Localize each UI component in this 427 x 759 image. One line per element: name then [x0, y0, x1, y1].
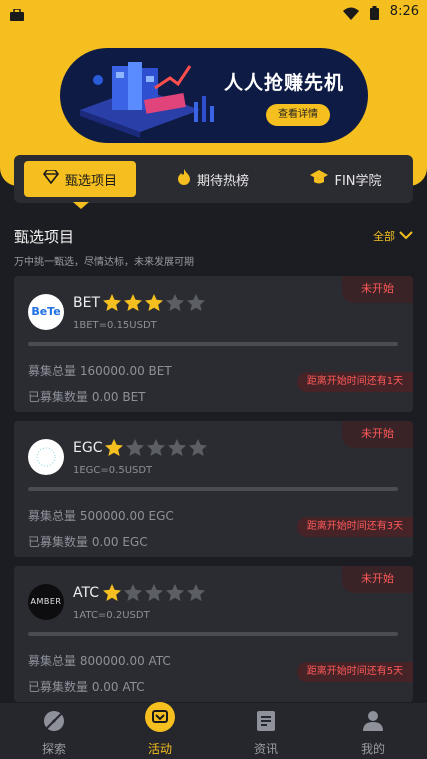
tab-fin-academy[interactable]: FIN学院	[290, 161, 402, 197]
section-title: 甄选项目	[14, 228, 75, 246]
project-card-atc[interactable]: AMBER ATC 1ATC=0.2USDT 未开始 募集总量 800000.0…	[14, 566, 413, 702]
star-icon	[147, 439, 165, 460]
project-name: EGC	[73, 440, 103, 456]
logo-text: AMBER	[30, 597, 62, 606]
star-icon	[105, 439, 123, 460]
nav-explore-label: 探索	[41, 742, 66, 756]
tab-featured-label: 甄选项目	[64, 173, 117, 189]
status-bar: 8:26	[0, 0, 427, 26]
battery-icon	[370, 5, 379, 24]
star-icon	[187, 294, 205, 315]
banner-title: 人人抢赚先机	[224, 72, 345, 94]
tab-featured[interactable]: 甄选项目	[24, 161, 136, 197]
tab-hot-list[interactable]: 期待热榜	[157, 161, 269, 197]
project-name: ATC	[73, 585, 99, 601]
section-subtitle: 万中挑一甄选，尽情达标，未来发展可期	[14, 257, 194, 268]
bottom-nav: 探索 活动 资讯 我的	[0, 701, 427, 759]
tab-fin-academy-label: FIN学院	[334, 173, 382, 189]
profile-icon	[361, 709, 385, 737]
progress-bar	[28, 632, 398, 636]
nav-activity[interactable]: 活动	[120, 701, 200, 759]
progress-bar	[28, 487, 398, 491]
star-icon	[126, 439, 144, 460]
rating-stars	[103, 294, 205, 315]
briefcase-icon	[10, 6, 24, 25]
raise-total: 募集总量 160000.00 BET	[28, 364, 172, 378]
star-icon	[166, 584, 184, 605]
wifi-icon	[343, 5, 359, 24]
project-name: BET	[73, 295, 101, 311]
nav-profile[interactable]: 我的	[333, 703, 413, 759]
activity-icon	[144, 701, 176, 737]
star-icon	[124, 584, 142, 605]
raise-total: 募集总量 800000.00 ATC	[28, 654, 171, 668]
raised-amount: 已募集数量 0.00 BET	[28, 390, 146, 404]
status-badge: 未开始	[342, 421, 413, 448]
filter-label: 全部	[373, 230, 395, 243]
rating-stars	[103, 584, 205, 605]
explore-icon	[42, 709, 66, 737]
exchange-rate: 1BET=0.15USDT	[73, 320, 157, 331]
progress-bar	[28, 342, 398, 346]
status-time: 8:26	[389, 4, 419, 19]
star-icon	[145, 294, 163, 315]
star-icon	[166, 294, 184, 315]
exchange-rate: 1ATC=0.2USDT	[73, 610, 150, 621]
tab-hot-list-label: 期待热榜	[196, 173, 249, 189]
rating-stars	[105, 439, 207, 460]
flame-icon	[177, 169, 191, 189]
project-logo-bet: BeTe	[28, 294, 64, 330]
nav-activity-label: 活动	[147, 742, 172, 756]
project-card-bet[interactable]: BeTe BET 1BET=0.15USDT 未开始 募集总量 160000.0…	[14, 276, 413, 412]
star-icon	[124, 294, 142, 315]
raised-amount: 已募集数量 0.00 ATC	[28, 680, 145, 694]
nav-news-label: 资讯	[253, 742, 278, 756]
star-icon	[189, 439, 207, 460]
nav-explore[interactable]: 探索	[14, 703, 94, 759]
news-icon	[254, 709, 278, 737]
graduation-cap-icon	[310, 169, 329, 189]
project-logo-egc	[28, 439, 64, 475]
countdown-label: 距离开始时间还有3天	[297, 517, 413, 537]
nav-profile-label: 我的	[360, 742, 385, 756]
promo-banner[interactable]: 人人抢赚先机 查看详情	[60, 48, 368, 143]
star-icon	[103, 294, 121, 315]
diamond-icon	[42, 169, 59, 188]
star-icon	[168, 439, 186, 460]
raise-total: 募集总量 500000.00 EGC	[28, 509, 174, 523]
status-badge: 未开始	[342, 276, 413, 303]
chevron-down-icon	[399, 230, 413, 243]
project-logo-atc: AMBER	[28, 584, 64, 620]
star-icon	[187, 584, 205, 605]
filter-dropdown[interactable]: 全部	[373, 228, 413, 244]
countdown-label: 距离开始时间还有1天	[297, 372, 413, 392]
star-icon	[103, 584, 121, 605]
status-badge: 未开始	[342, 566, 413, 593]
project-card-egc[interactable]: EGC 1EGC=0.5USDT 未开始 募集总量 500000.00 EGC …	[14, 421, 413, 557]
banner-illustration	[80, 62, 214, 138]
logo-text: BeTe	[31, 305, 61, 318]
star-icon	[145, 584, 163, 605]
countdown-label: 距离开始时间还有5天	[297, 662, 413, 682]
active-tab-pointer	[73, 202, 89, 209]
category-tabs: 甄选项目 期待热榜 FIN学院	[14, 155, 413, 203]
exchange-rate: 1EGC=0.5USDT	[73, 465, 153, 476]
nav-news[interactable]: 资讯	[226, 703, 306, 759]
banner-details-button[interactable]: 查看详情	[266, 104, 330, 126]
raised-amount: 已募集数量 0.00 EGC	[28, 535, 148, 549]
